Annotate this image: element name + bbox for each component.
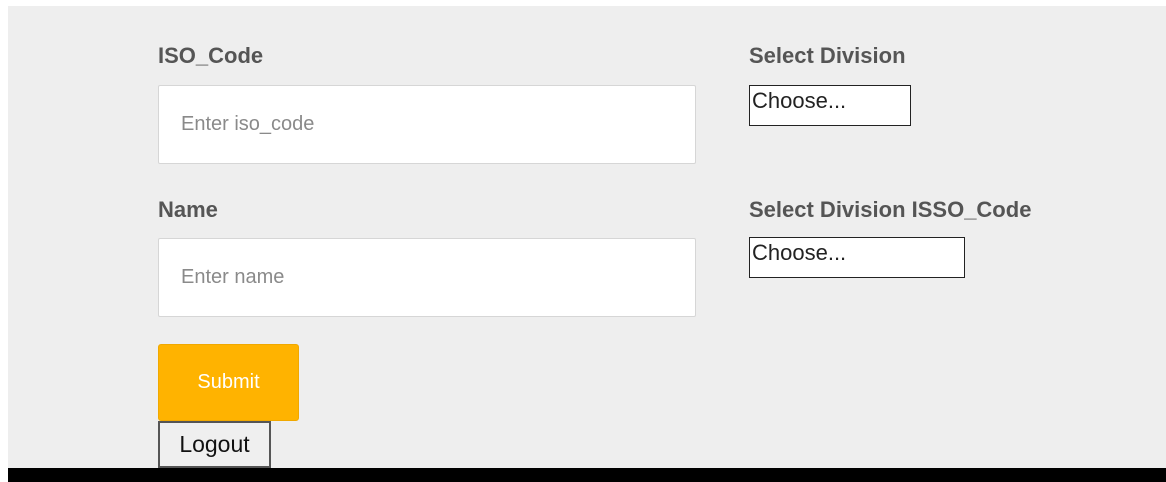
- iso-code-label: ISO_Code: [158, 43, 264, 68]
- submit-button[interactable]: Submit: [158, 344, 299, 421]
- bottom-bar: [8, 468, 1166, 482]
- logout-button[interactable]: Logout: [158, 421, 271, 468]
- division-select[interactable]: Choose...: [749, 85, 911, 126]
- name-label: Name: [158, 197, 218, 222]
- division-isso-code-select[interactable]: Choose...: [749, 237, 965, 278]
- select-division-isso-code-label: Select Division ISSO_Code: [749, 197, 1032, 222]
- name-input[interactable]: [158, 238, 696, 317]
- iso-code-input[interactable]: [158, 85, 696, 164]
- select-division-label: Select Division: [749, 43, 906, 68]
- page: ISO_Code Name Select Division Choose... …: [0, 0, 1166, 482]
